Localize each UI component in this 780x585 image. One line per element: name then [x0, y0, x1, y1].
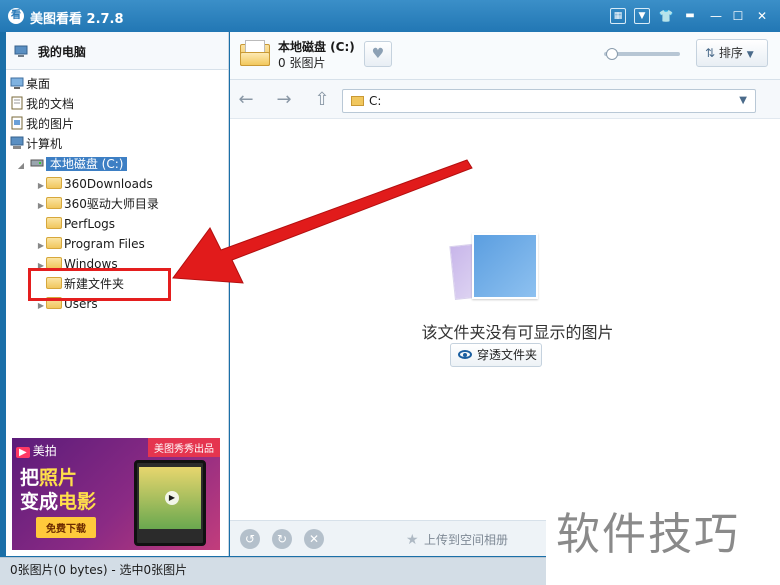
heart-icon: ♥ — [371, 46, 385, 62]
play-badge-icon: ▶ — [16, 447, 30, 458]
slider-knob[interactable] — [606, 48, 618, 60]
menu-square-icon[interactable]: ▦ — [610, 8, 626, 24]
expand-arrow-icon[interactable]: ▶ — [36, 176, 46, 196]
sidebar-header[interactable]: 我的电脑 — [6, 32, 228, 70]
up-folder-icon[interactable]: ⇧ — [312, 90, 332, 110]
tree-item-label: Program Files — [64, 237, 145, 251]
tree-item-folder[interactable]: ▶ 360驱动大师目录 — [6, 194, 228, 214]
title-bar: 看 美图看看 2.7.8 ▦ ▼ 👕 ▬ — ☐ ✕ — [0, 0, 780, 32]
back-arrow-icon[interactable]: ← — [236, 90, 256, 110]
ad-download-button[interactable]: 免费下载 — [36, 517, 96, 538]
forward-arrow-icon[interactable]: → — [274, 90, 294, 110]
sidebar-item-computer[interactable]: 计算机 — [6, 134, 228, 154]
expand-arrow-icon[interactable]: ▶ — [36, 236, 46, 256]
rotate-right-icon[interactable]: ↻ — [272, 529, 292, 549]
folder-icon — [46, 197, 62, 209]
sidebar-item-label: 我的图片 — [26, 117, 75, 131]
watermark: 软件技巧 — [546, 466, 780, 585]
app-title: 美图看看 2.7.8 — [30, 12, 124, 27]
thumbnail-size-slider[interactable] — [604, 48, 680, 60]
chevron-down-icon[interactable]: ▼ — [739, 90, 747, 112]
sort-button[interactable]: ⇅ 排序 ▼ — [696, 39, 768, 67]
sidebar-item-label: 我的文档 — [26, 97, 75, 111]
chevron-down-icon: ▼ — [746, 50, 754, 60]
address-bar[interactable]: C: ▼ — [342, 89, 756, 113]
ad-banner[interactable]: ▶ 美拍 美图秀秀出品 把照片 变成电影 ▶ 免费下载 — [12, 438, 220, 550]
folder-header: 本地磁盘 (C:) 0 张图片 ♥ ⇅ 排序 ▼ — [230, 32, 780, 80]
sort-icon: ⇅ — [705, 46, 716, 60]
play-icon: ▶ — [165, 491, 179, 505]
eye-icon — [458, 350, 472, 359]
favorite-button[interactable]: ♥ — [364, 41, 392, 67]
sidebar-item-label: 桌面 — [26, 77, 51, 91]
ad-brand: ▶ 美拍 — [16, 442, 57, 459]
tree-item-folder[interactable]: ▶ Program Files — [6, 234, 228, 254]
tree-item-label: PerfLogs — [64, 217, 116, 231]
address-value: C: — [369, 94, 382, 108]
pictures-icon — [11, 116, 23, 130]
ad-phone-image: ▶ — [134, 460, 206, 546]
browse-label: 穿透文件夹 — [477, 348, 538, 362]
close-icon[interactable]: ✕ — [754, 8, 770, 24]
watermark-text: 软件技巧 — [556, 509, 740, 560]
dropdown-box-icon[interactable]: ▼ — [634, 8, 650, 24]
desktop-icon — [10, 77, 24, 89]
empty-pictures-icon — [449, 233, 544, 303]
my-computer-icon — [14, 45, 28, 57]
tree-item-folder[interactable]: ▶ 360Downloads — [6, 174, 228, 194]
upload-album-button[interactable]: ★ 上传到空间相册 — [406, 531, 508, 548]
sidebar-header-label: 我的电脑 — [37, 45, 86, 59]
empty-message: 该文件夹没有可显示的图片 — [421, 323, 614, 342]
star-icon: ★ — [406, 532, 419, 548]
folder-icon — [351, 96, 364, 106]
app-logo-icon: 看 — [8, 8, 24, 24]
sidebar-item-documents[interactable]: 我的文档 — [6, 94, 228, 114]
sidebar-item-desktop[interactable]: 桌面 — [6, 74, 228, 94]
sidebar-item-label: 计算机 — [26, 137, 63, 151]
tree-item-drive-c[interactable]: ◢ 本地磁盘 (C:) — [6, 154, 228, 174]
delete-icon[interactable]: ✕ — [304, 529, 324, 549]
folder-large-icon — [240, 40, 270, 68]
image-count: 0 张图片 — [278, 56, 326, 70]
current-folder-title: 本地磁盘 (C:) — [278, 40, 355, 54]
folder-icon — [46, 237, 62, 249]
tree-item-folder[interactable]: PerfLogs — [6, 214, 228, 234]
highlight-box — [28, 268, 171, 301]
navigation-bar: ← → ⇧ C: ▼ — [230, 86, 780, 116]
collapse-arrow-icon[interactable]: ◢ — [16, 156, 26, 176]
rotate-left-icon[interactable]: ↺ — [240, 529, 260, 549]
tree-item-label: 本地磁盘 (C:) — [45, 157, 128, 171]
ad-corner-tag: 美图秀秀出品 — [148, 438, 220, 457]
mini-mode-icon[interactable]: ▬ — [682, 8, 698, 24]
sidebar-item-pictures[interactable]: 我的图片 — [6, 114, 228, 134]
hard-drive-icon — [30, 159, 44, 167]
documents-icon — [11, 96, 23, 110]
folder-icon — [46, 177, 62, 189]
ad-headline: 把照片 变成电影 — [20, 467, 97, 513]
minimize-icon[interactable]: — — [708, 8, 724, 24]
thumbnail-area[interactable]: 该文件夹没有可显示的图片 穿透文件夹 — [230, 118, 780, 520]
tree-item-label: 360Downloads — [64, 177, 153, 191]
tree-item-label: 360驱动大师目录 — [64, 197, 159, 211]
sort-label: 排序 — [718, 46, 743, 60]
computer-icon — [10, 136, 24, 149]
folder-icon — [46, 217, 62, 229]
expand-arrow-icon[interactable]: ▶ — [36, 196, 46, 216]
maximize-icon[interactable]: ☐ — [730, 8, 746, 24]
skin-shirt-icon[interactable]: 👕 — [658, 8, 674, 24]
browse-subfolders-button[interactable]: 穿透文件夹 — [450, 343, 542, 367]
